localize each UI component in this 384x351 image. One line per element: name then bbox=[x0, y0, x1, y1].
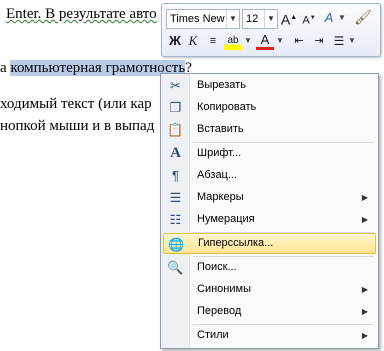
menu-item-label: Маркеры bbox=[197, 191, 244, 203]
mini-toolbar: Times New ▼ 12 ▼ A▲ A▼ A ▼ 🖌 Ж К ≡ ab ▼ … bbox=[161, 3, 381, 57]
submenu-arrow-icon: ▶ bbox=[361, 331, 368, 340]
menu-item-label: Гиперссылка... bbox=[198, 237, 274, 249]
chevron-down-icon[interactable]: ▼ bbox=[226, 10, 239, 28]
menu-item-label: Вырезать bbox=[197, 79, 246, 91]
copy-icon: ❐ bbox=[169, 100, 182, 115]
hyperlink-icon: 🌐 bbox=[168, 237, 185, 252]
highlight-icon[interactable]: ab bbox=[224, 32, 242, 50]
menu-item-translate[interactable]: Перевод ▶ bbox=[163, 301, 374, 322]
menu-item-bullets[interactable]: ☰ Маркеры ▶ bbox=[163, 187, 374, 208]
scissors-icon: ✂ bbox=[170, 78, 181, 93]
menu-item-label: Синонимы bbox=[197, 283, 251, 295]
menu-item-label: Шрифт... bbox=[197, 147, 242, 159]
selected-text[interactable]: компьютерная грамотность bbox=[10, 60, 186, 76]
menu-item-paste[interactable]: 📋 Вставить bbox=[163, 119, 374, 140]
font-color-icon: A bbox=[260, 32, 270, 47]
bullets-icon: ☰ bbox=[169, 190, 182, 205]
menu-item-label: Поиск... bbox=[197, 261, 237, 273]
menu-item-numbering[interactable]: ☷ Нумерация ▶ bbox=[163, 209, 374, 230]
chevron-down-icon[interactable]: ▼ bbox=[348, 32, 356, 50]
decrease-indent-icon[interactable]: ⇤ bbox=[290, 32, 308, 50]
italic-icon: К bbox=[188, 33, 198, 48]
menu-item-copy[interactable]: ❐ Копировать bbox=[163, 97, 374, 118]
menu-item-label: Стили bbox=[197, 329, 229, 341]
menu-item-hyperlink[interactable]: 🌐 Гиперссылка... bbox=[163, 233, 376, 254]
chevron-down-icon[interactable]: ▼ bbox=[338, 9, 346, 27]
menu-item-label: Перевод bbox=[197, 305, 242, 317]
menu-item-label: Абзац... bbox=[197, 169, 238, 181]
search-icon: 🔍 bbox=[167, 260, 184, 275]
paste-icon: 📋 bbox=[167, 122, 184, 137]
menu-item-cut[interactable]: ✂ Вырезать bbox=[163, 75, 374, 96]
submenu-arrow-icon: ▶ bbox=[361, 215, 368, 224]
chevron-down-icon[interactable]: ▼ bbox=[264, 10, 277, 28]
document-text: а bbox=[0, 60, 11, 76]
increase-indent-icon[interactable]: ⇥ bbox=[310, 32, 328, 50]
submenu-arrow-icon: ▶ bbox=[361, 307, 368, 316]
document-line-1: Enter. В результате авто bbox=[6, 6, 157, 23]
paragraph-icon: ¶ bbox=[172, 168, 179, 183]
bullets-icon[interactable]: ☰ bbox=[330, 32, 348, 50]
numbering-icon: ☷ bbox=[169, 212, 182, 227]
font-size-combo[interactable]: 12 ▼ bbox=[242, 9, 278, 29]
submenu-arrow-icon: ▶ bbox=[361, 193, 368, 202]
document-line-3: ходимый текст (или кар bbox=[0, 96, 152, 112]
menu-item-search[interactable]: 🔍 Поиск... bbox=[163, 257, 374, 278]
italic-button[interactable]: К bbox=[184, 32, 202, 50]
chevron-down-icon[interactable]: ▼ bbox=[244, 32, 252, 50]
menu-item-paragraph[interactable]: ¶ Абзац... bbox=[163, 165, 374, 186]
font-name-value: Times New bbox=[170, 13, 225, 25]
format-painter-icon[interactable]: 🖌 bbox=[354, 8, 372, 26]
submenu-arrow-icon: ▶ bbox=[361, 285, 368, 294]
font-color-button[interactable]: A bbox=[256, 32, 274, 50]
center-align-icon[interactable]: ≡ bbox=[204, 32, 222, 50]
styles-icon: A bbox=[324, 10, 334, 25]
shrink-font-icon: A bbox=[302, 14, 310, 27]
menu-item-label: Вставить bbox=[197, 123, 244, 135]
styles-button[interactable]: A bbox=[320, 9, 338, 27]
menu-item-label: Копировать bbox=[197, 101, 257, 113]
menu-item-styles[interactable]: Стили ▶ bbox=[163, 325, 374, 346]
font-icon: A bbox=[170, 145, 181, 161]
font-name-combo[interactable]: Times New ▼ bbox=[166, 9, 240, 29]
menu-item-label: Нумерация bbox=[197, 213, 255, 225]
context-menu: ✂ Вырезать ❐ Копировать 📋 Вставить A Шри… bbox=[160, 73, 379, 349]
font-size-value: 12 bbox=[246, 13, 259, 25]
grow-font-icon: A bbox=[280, 11, 291, 28]
document-text: Enter. В результате авто bbox=[6, 6, 157, 22]
bold-button[interactable]: Ж bbox=[166, 32, 184, 50]
menu-item-synonyms[interactable]: Синонимы ▶ bbox=[163, 279, 374, 300]
shrink-font-button[interactable]: A▼ bbox=[300, 9, 318, 27]
grow-font-button[interactable]: A▲ bbox=[280, 9, 298, 28]
bold-icon: Ж bbox=[169, 33, 181, 48]
document-line-4: нопкой мыши и в выпад bbox=[0, 118, 155, 134]
menu-item-font[interactable]: A Шрифт... bbox=[163, 143, 374, 164]
chevron-down-icon[interactable]: ▼ bbox=[276, 32, 284, 50]
